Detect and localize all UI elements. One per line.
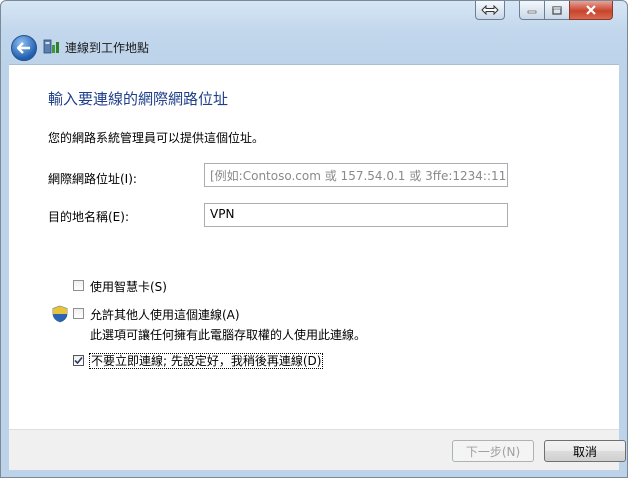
button-bar: 下一步(N) 取消	[9, 429, 626, 470]
smart-card-checkbox[interactable]	[73, 280, 84, 291]
double-arrow-icon	[481, 5, 499, 15]
maximize-icon	[552, 5, 562, 15]
main-content: 輸入要連線的網際網路位址 您的網路系統管理員可以提供這個位址。 網際網路位址(I…	[9, 64, 619, 430]
close-button[interactable]	[569, 1, 613, 20]
back-arrow-icon	[17, 42, 30, 54]
smart-card-label[interactable]: 使用智慧卡(S)	[90, 278, 167, 295]
minimize-icon	[527, 10, 537, 14]
allow-others-label[interactable]: 允許其他人使用這個連線(A)	[90, 306, 240, 323]
destination-input[interactable]: VPN	[204, 203, 508, 227]
destination-label: 目的地名稱(E):	[48, 210, 129, 224]
description-text: 您的網路系統管理員可以提供這個位址。	[48, 131, 265, 145]
back-button[interactable]	[11, 35, 37, 61]
minimize-button[interactable]	[519, 1, 545, 20]
page-heading: 輸入要連線的網際網路位址	[48, 90, 229, 108]
dont-connect-checkbox[interactable]	[73, 355, 84, 366]
cancel-button[interactable]: 取消	[544, 440, 626, 462]
dont-connect-label[interactable]: 不要立即連線; 先設定好，我稍後再連線(D)	[89, 352, 324, 369]
maximize-button[interactable]	[544, 1, 570, 20]
next-button[interactable]: 下一步(N)	[452, 440, 534, 462]
network-connection-icon	[43, 39, 59, 54]
address-label: 網際網路位址(I):	[48, 172, 137, 186]
dont-connect-label-text[interactable]: 不要立即連線; 先設定好，我稍後再連線(D)	[89, 353, 324, 369]
uac-shield-icon	[52, 305, 68, 323]
checkmark-icon	[74, 356, 83, 365]
dialog-window: 連線到工作地點 輸入要連線的網際網路位址 您的網路系統管理員可以提供這個位址。 …	[0, 0, 628, 478]
window-title: 連線到工作地點	[65, 41, 150, 55]
allow-others-note: 此選項可讓任何擁有此電腦存取權的人使用此連線。	[90, 328, 367, 342]
close-icon	[586, 5, 596, 15]
allow-others-checkbox[interactable]	[73, 308, 84, 319]
switch-windows-button[interactable]	[475, 1, 505, 20]
address-input[interactable]: [例如:Contoso.com 或 157.54.0.1 或 3ffe:1234…	[204, 163, 508, 187]
